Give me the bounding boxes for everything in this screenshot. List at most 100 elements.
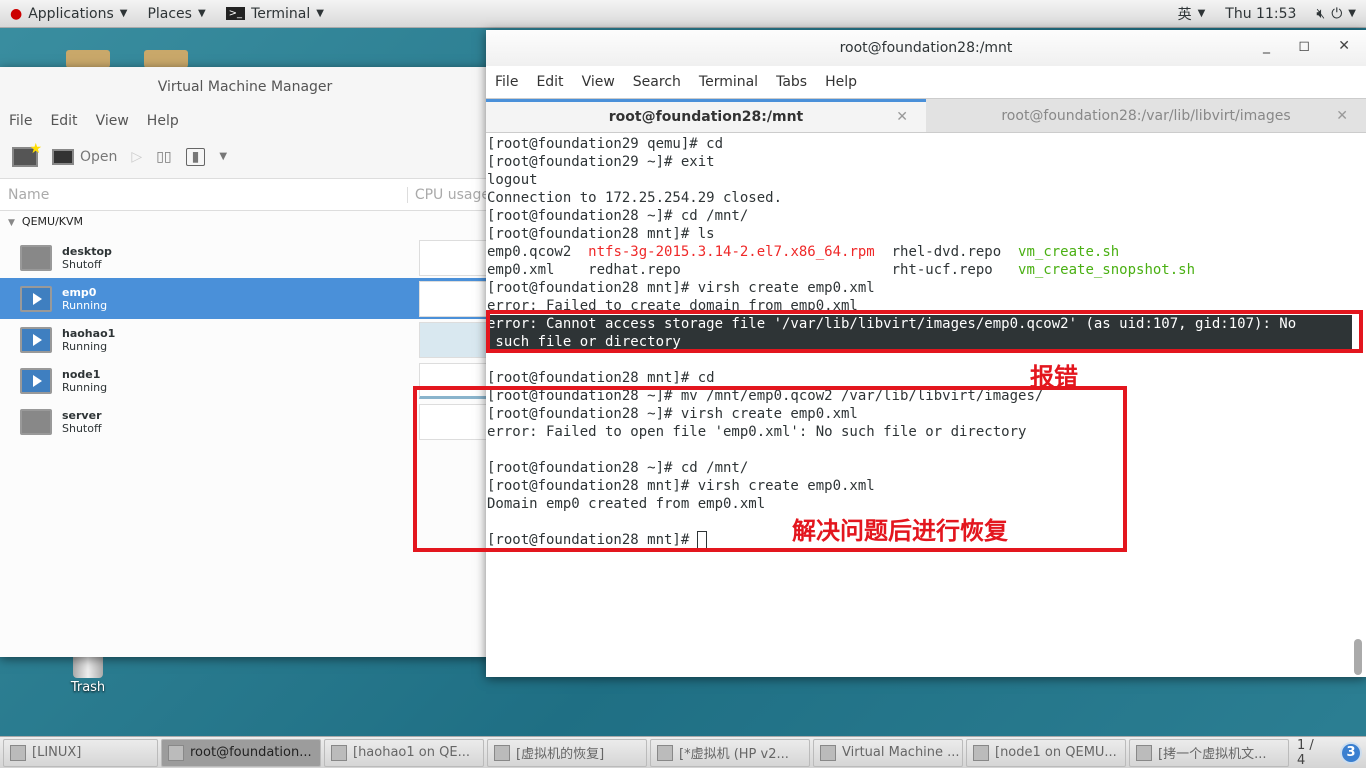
terminal-line: emp0.xml redhat.repo rht-ucf.repo vm_cre…	[486, 261, 1352, 279]
workspace-switcher[interactable]: 1 / 4	[1289, 738, 1334, 768]
window-icon	[494, 744, 510, 761]
running-vm-icon	[20, 285, 52, 312]
cpu-usage-graph	[419, 322, 489, 358]
power-icon: ⏻	[1331, 5, 1343, 22]
terminal-text: [root@foundation28 mnt]# ls	[487, 226, 715, 242]
virtual-machine-manager-window: Virtual Machine Manager File Edit View H…	[0, 67, 490, 657]
taskbar-item[interactable]: [LINUX]	[3, 738, 158, 767]
taskbar-item[interactable]: [node1 on QEMU...	[966, 738, 1126, 767]
scrollbar-thumb[interactable]	[1354, 639, 1362, 675]
vm-status: Running	[62, 339, 108, 353]
trash-desktop-icon[interactable]: Trash	[60, 652, 116, 695]
taskbar-item[interactable]: Virtual Machine ...	[813, 738, 963, 767]
menu-view[interactable]: View	[573, 74, 624, 90]
terminal-text: ntfs-3g-2015.3.14-2.el7.x86_64.rpm	[588, 244, 875, 260]
scrollbar[interactable]	[1354, 135, 1362, 675]
folder-icon[interactable]	[144, 50, 188, 68]
open-button[interactable]: Open	[52, 148, 117, 165]
menu-view[interactable]: View	[87, 113, 138, 129]
terminal-line: [root@foundation29 ~]# exit	[486, 153, 1352, 171]
taskbar: [LINUX] root@foundation... [haohao1 on QE.…	[0, 736, 1366, 768]
menu-help[interactable]: Help	[816, 74, 866, 90]
vm-row-haohao1[interactable]: haohao1 Running	[0, 319, 486, 360]
terminal-line: [root@foundation28 ~]# cd /mnt/	[486, 207, 1352, 225]
terminal-line: emp0.qcow2 ntfs-3g-2015.3.14-2.el7.x86_6…	[486, 243, 1352, 261]
tab-images[interactable]: root@foundation28:/var/lib/libvirt/image…	[926, 99, 1366, 132]
menu-help[interactable]: Help	[138, 113, 188, 129]
running-vm-icon	[20, 367, 52, 394]
system-menu[interactable]: 🔇︎ ⏻ ▼	[1306, 0, 1366, 28]
col-cpu-usage[interactable]: CPU usage	[408, 187, 490, 203]
close-button[interactable]: ✕	[1338, 38, 1350, 54]
cpu-usage-graph	[419, 281, 489, 317]
places-menu[interactable]: Places ▼	[137, 0, 215, 28]
error-highlight-box	[486, 310, 1363, 353]
new-vm-button[interactable]: ★	[12, 141, 42, 167]
folder-icon[interactable]	[66, 50, 110, 68]
vm-row-desktop[interactable]: desktop Shutoff	[0, 237, 486, 278]
col-name[interactable]: Name	[0, 186, 408, 203]
taskbar-item[interactable]: [*虚拟机 (HP v2...	[650, 738, 810, 767]
window-title: root@foundation28:/mnt _ ◻ ✕	[486, 30, 1366, 66]
redhat-logo-icon: ●	[10, 5, 23, 22]
close-tab-icon[interactable]: ✕	[1336, 108, 1348, 124]
running-vm-icon	[20, 326, 52, 353]
volume-muted-icon: 🔇︎	[1316, 5, 1326, 22]
shutdown-icon[interactable]: ▮	[185, 147, 206, 166]
terminal-text: emp0.qcow2	[487, 244, 589, 260]
vm-name: desktop	[62, 244, 112, 258]
menu-terminal[interactable]: Terminal	[690, 74, 767, 90]
vm-status: Running	[62, 298, 108, 312]
menu-tabs[interactable]: Tabs	[767, 74, 816, 90]
caret-down-icon: ▼	[119, 8, 128, 19]
monitor-icon	[52, 148, 74, 165]
vm-name: server	[62, 408, 102, 422]
shutdown-menu-caret-icon[interactable]: ▼	[219, 151, 227, 162]
input-method-menu[interactable]: 英 ▼	[1168, 0, 1216, 28]
terminal-text: vm_create.sh	[1018, 244, 1120, 260]
taskbar-item[interactable]: [haohao1 on QE...	[324, 738, 484, 767]
terminal-text: [root@foundation28 mnt]# virsh create em…	[487, 280, 875, 296]
menu-search[interactable]: Search	[624, 74, 690, 90]
terminal-text: rhel-dvd.repo	[874, 244, 1019, 260]
terminal-text: [root@foundation29 ~]# exit	[487, 154, 715, 170]
vm-status: Shutoff	[62, 421, 102, 435]
caret-down-icon: ▼	[1197, 8, 1206, 19]
minimize-button[interactable]: _	[1263, 38, 1270, 54]
menu-file[interactable]: File	[0, 113, 41, 129]
vm-status: Shutoff	[62, 257, 102, 271]
terminal-text: logout	[487, 172, 538, 188]
menu-edit[interactable]: Edit	[41, 113, 86, 129]
menubar: File Edit View Search Terminal Tabs Help	[486, 66, 1366, 98]
taskbar-item[interactable]: [拷一个虚拟机文...	[1129, 738, 1289, 767]
toolbar: ★ Open ▷ ▯▯ ▮ ▼	[0, 135, 490, 179]
terminal-line: [root@foundation28 mnt]# cd	[486, 369, 1352, 387]
tab-mnt[interactable]: root@foundation28:/mnt ✕	[486, 99, 926, 132]
connection-group-qemu-kvm[interactable]: ▼ QEMU/KVM	[8, 215, 83, 228]
applications-menu[interactable]: ● Applications ▼	[0, 0, 137, 28]
vm-name: node1	[62, 367, 101, 381]
close-tab-icon[interactable]: ✕	[896, 109, 908, 125]
pause-icon[interactable]: ▯▯	[156, 149, 171, 165]
run-icon[interactable]: ▷	[131, 149, 142, 165]
terminal-text: emp0.xml redhat.repo rht-ucf.repo	[487, 262, 1019, 278]
terminal-app-menu[interactable]: >_ Terminal ▼	[216, 0, 334, 28]
star-icon: ★	[29, 140, 42, 157]
column-headers: Name CPU usage	[0, 179, 490, 211]
tab-bar: root@foundation28:/mnt ✕ root@foundation2…	[486, 98, 1366, 133]
terminal-text: vm_create_snopshot.sh	[1018, 262, 1196, 278]
vm-row-emp0[interactable]: emp0 Running	[0, 278, 486, 319]
menu-edit[interactable]: Edit	[527, 74, 572, 90]
notification-badge[interactable]: 3	[1340, 741, 1362, 764]
vm-name: emp0	[62, 285, 97, 299]
maximize-button[interactable]: ◻	[1298, 38, 1310, 54]
recovery-annotation: 解决问题后进行恢复	[792, 517, 1008, 545]
taskbar-item[interactable]: [虚拟机的恢复]	[487, 738, 647, 767]
caret-down-icon: ▼	[197, 8, 206, 19]
clock[interactable]: Thu 11:53	[1215, 0, 1306, 28]
cpu-usage-graph	[419, 240, 489, 276]
taskbar-item[interactable]: root@foundation...	[161, 738, 321, 767]
menu-file[interactable]: File	[486, 74, 527, 90]
shutoff-vm-icon	[20, 244, 52, 271]
